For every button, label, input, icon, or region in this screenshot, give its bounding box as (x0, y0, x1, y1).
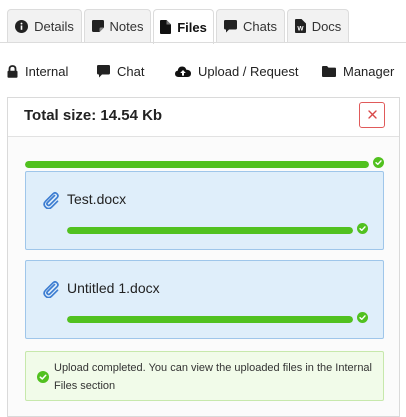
progress-bar (67, 315, 353, 323)
tab-details[interactable]: Details (7, 9, 82, 42)
close-button[interactable] (359, 102, 385, 128)
info-circle-icon (15, 19, 29, 33)
panel-header: Total size: 14.54 Kb (8, 98, 399, 137)
total-size: Total size: 14.54 Kb (24, 107, 163, 124)
svg-text:W: W (297, 26, 304, 33)
file-item: Untitled 1.docx (25, 260, 384, 339)
file-item: Test.docx (25, 171, 384, 250)
word-doc-icon: W (294, 19, 306, 33)
upload-panel: Total size: 14.54 Kb Test.docx Untitled … (7, 97, 400, 417)
tab-files[interactable]: Files (153, 9, 214, 44)
chat-bubble-icon (97, 64, 110, 78)
cloud-upload-icon (175, 65, 191, 77)
tab-label: Details (34, 18, 74, 34)
subtab-label: Manager (343, 63, 395, 79)
tab-label: Chats (243, 18, 277, 34)
folder-icon (322, 65, 336, 77)
file-progress (67, 221, 368, 239)
progress-bar (67, 226, 353, 234)
subtab-internal[interactable]: Internal (7, 56, 68, 86)
check-circle-icon (357, 310, 368, 328)
file-name: Test.docx (67, 191, 127, 207)
subtab-label: Upload / Request (198, 63, 299, 79)
tab-label: Files (177, 19, 207, 35)
check-circle-icon (357, 221, 368, 239)
tab-notes[interactable]: Notes (84, 9, 151, 42)
upload-success-alert: Upload completed. You can view the uploa… (25, 351, 384, 401)
progress-fill (25, 160, 369, 168)
close-icon (367, 106, 377, 124)
files-subtabs: Internal Chat Upload / Request Manager (0, 56, 406, 88)
subtab-chat[interactable]: Chat (97, 56, 144, 86)
tabs-divider (0, 42, 406, 43)
progress-bar (25, 160, 369, 168)
lock-icon (7, 64, 18, 78)
subtab-label: Chat (117, 63, 145, 79)
file-icon (160, 20, 172, 34)
file-progress (67, 310, 368, 328)
tab-chats[interactable]: Chats (216, 9, 285, 42)
progress-fill (67, 226, 353, 234)
progress-fill (67, 315, 353, 323)
sticky-note-icon (91, 20, 104, 32)
paperclip-icon (42, 280, 60, 303)
alert-message: Upload completed. You can view the uploa… (54, 362, 372, 392)
tab-label: Notes (109, 18, 144, 34)
tab-label: Docs (311, 18, 342, 34)
tab-docs[interactable]: W Docs (287, 9, 349, 42)
file-name: Untitled 1.docx (67, 280, 160, 296)
paperclip-icon (42, 191, 60, 214)
subtab-label: Internal (25, 63, 69, 79)
subtab-manager[interactable]: Manager (322, 56, 394, 86)
check-circle-icon (37, 370, 49, 388)
chat-bubble-icon (224, 19, 238, 33)
subtab-upload-request[interactable]: Upload / Request (175, 56, 298, 86)
